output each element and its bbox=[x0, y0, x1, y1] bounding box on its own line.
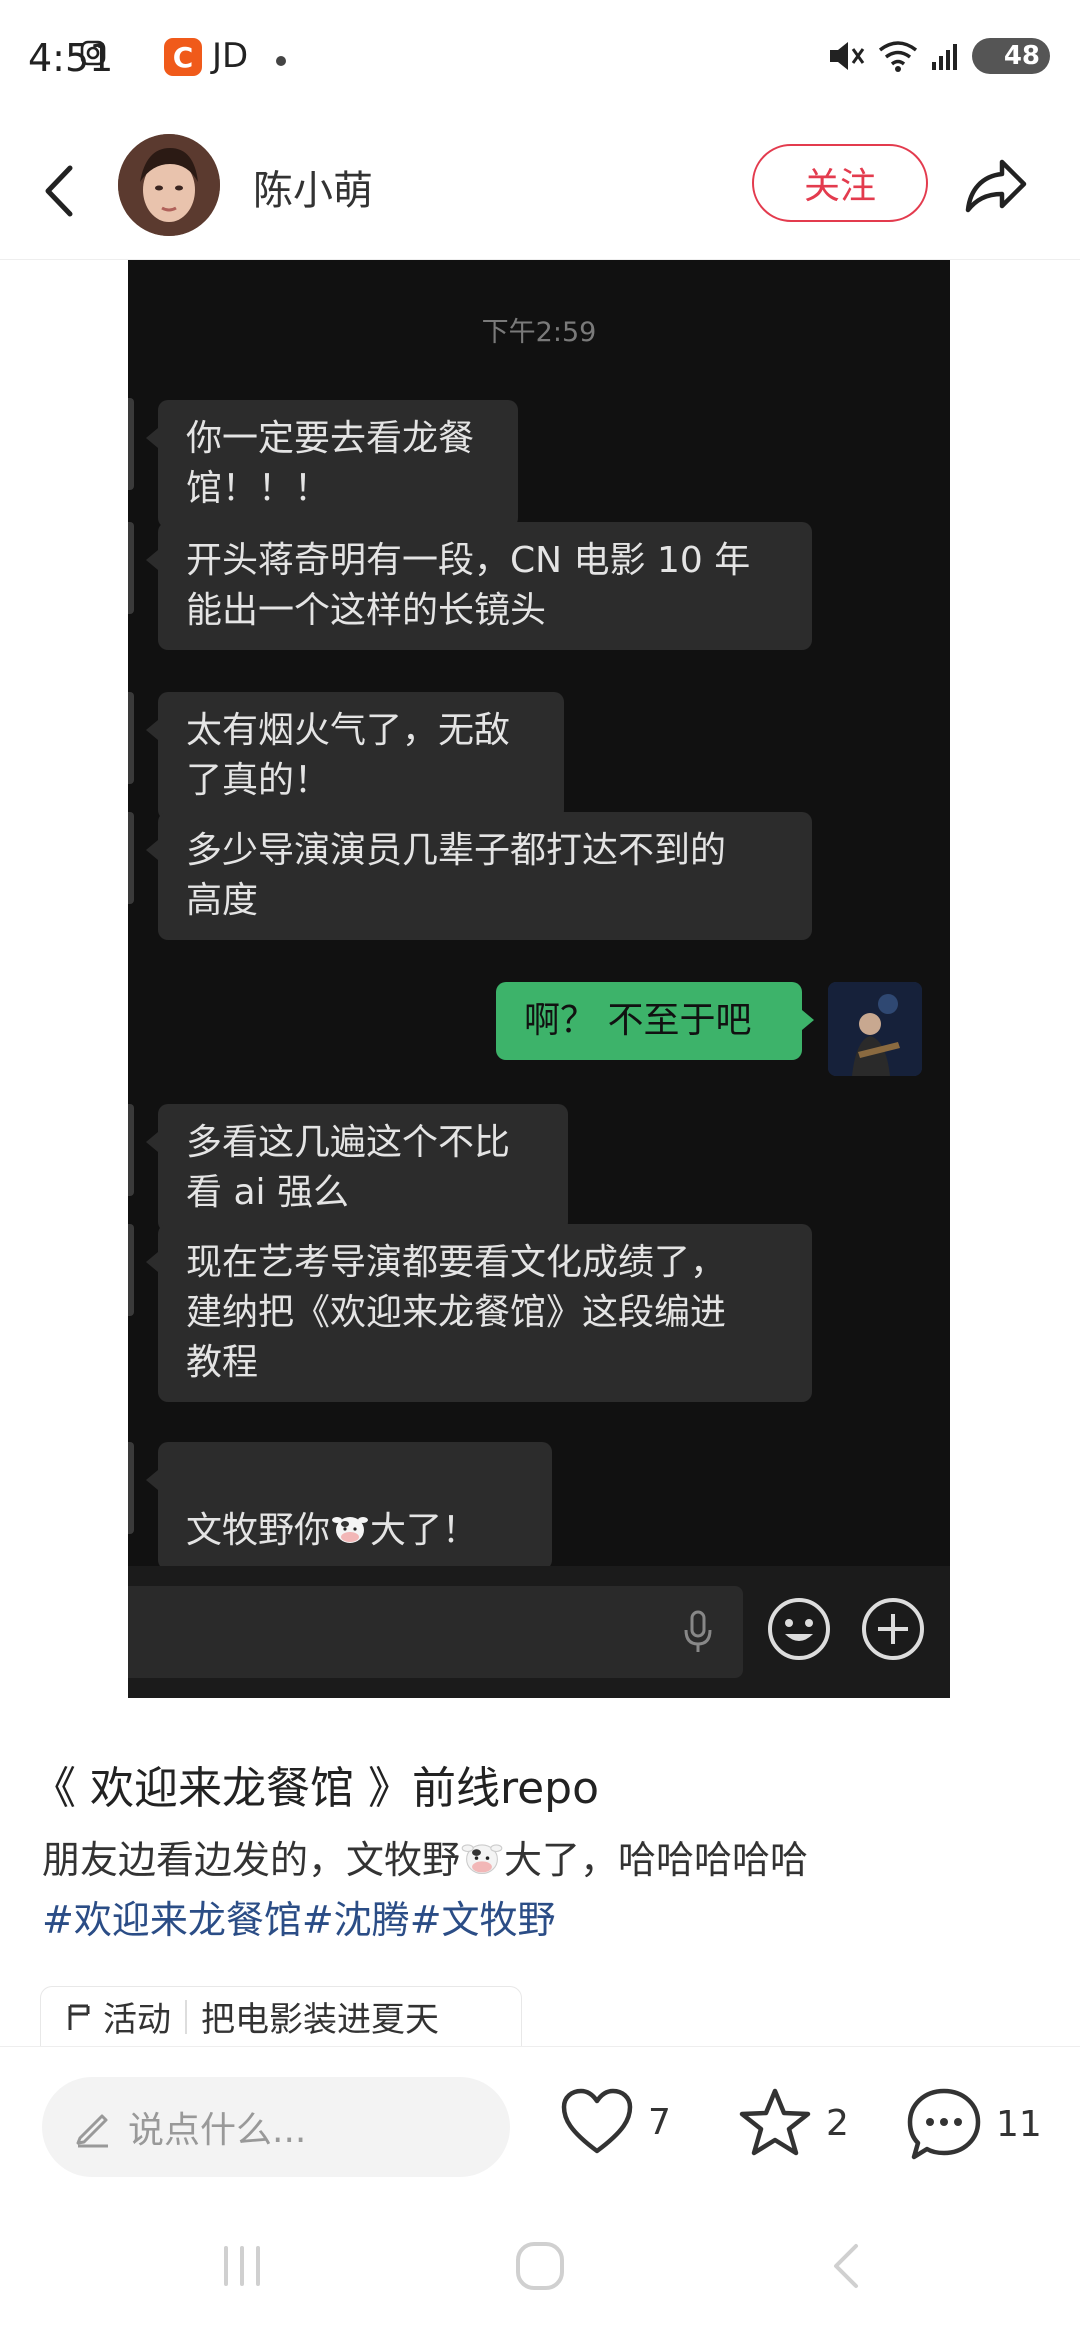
like-button[interactable]: 7 bbox=[560, 2087, 671, 2157]
app-badge-icon: C bbox=[164, 38, 202, 76]
chat-message-text: 大了！ bbox=[370, 1510, 479, 1551]
post-tags: #欢迎来龙餐馆#沈腾#文牧野 bbox=[42, 1890, 556, 1950]
like-count: 7 bbox=[648, 2101, 671, 2143]
contact-avatar bbox=[128, 522, 134, 614]
author-name[interactable]: 陈小萌 bbox=[253, 158, 373, 216]
comment-input[interactable]: 说点什么... bbox=[42, 2077, 510, 2177]
contact-avatar bbox=[128, 1104, 134, 1196]
chat-message: 现在艺考导演都要看文化成绩了， 建纳把《欢迎来龙餐馆》这段编进 教程 bbox=[146, 1224, 812, 1402]
home-icon[interactable] bbox=[510, 2236, 570, 2296]
activity-icon bbox=[68, 2004, 90, 2030]
status-bar: 4:51 C JD 48 bbox=[0, 0, 1080, 120]
plus-icon bbox=[862, 1598, 924, 1660]
activity-divider bbox=[185, 1999, 187, 2034]
share-icon[interactable] bbox=[962, 150, 1032, 220]
chat-message: 文牧野你 大了！ bbox=[146, 1442, 552, 1570]
comment-count: 11 bbox=[996, 2103, 1042, 2145]
mute-icon bbox=[830, 42, 865, 70]
contact-avatar bbox=[128, 1224, 134, 1316]
chat-message: 你一定要去看龙餐馆！！！ bbox=[146, 400, 518, 528]
heart-icon bbox=[561, 2088, 633, 2154]
chat-message: 多看这几遍这个不比看 ai 强么 bbox=[146, 1104, 568, 1232]
app-badge-letter: C bbox=[172, 40, 194, 74]
chat-input-field bbox=[128, 1586, 743, 1678]
chat-message-text: 文牧野你 bbox=[186, 1510, 331, 1551]
star-icon bbox=[739, 2088, 811, 2156]
post-image-chat-screenshot[interactable]: 下午2:59 你一定要去看龙餐馆！！！ 开头蒋奇明有一段，CN 电影 10 年 … bbox=[128, 260, 950, 1698]
author-avatar[interactable] bbox=[118, 134, 220, 236]
favorite-count: 2 bbox=[826, 2102, 849, 2144]
activity-chip[interactable]: 活动 把电影装进夏天 bbox=[40, 1986, 522, 2046]
comment-bubble-icon bbox=[907, 2088, 981, 2160]
instagram-icon bbox=[80, 40, 106, 66]
nav-back-icon[interactable] bbox=[818, 2236, 878, 2296]
contact-avatar bbox=[128, 398, 134, 490]
post-body-text: 大了，哈哈哈哈哈 bbox=[504, 1838, 809, 1882]
chat-timestamp: 下午2:59 bbox=[481, 317, 597, 348]
hashtag-link[interactable]: #文牧野 bbox=[410, 1898, 556, 1942]
signal-icon bbox=[932, 44, 957, 70]
chat-message: 开头蒋奇明有一段，CN 电影 10 年 能出一个这样的长镜头 bbox=[146, 522, 812, 650]
chat-message: 太有烟火气了，无敌了真的！ bbox=[146, 692, 564, 820]
hashtag-link[interactable]: #欢迎来龙餐馆 bbox=[42, 1898, 302, 1942]
follow-button[interactable]: 关注 bbox=[752, 144, 928, 222]
cow-emoji-icon bbox=[332, 1517, 369, 1543]
chat-message: 多少导演演员几辈子都打达不到的 高度 bbox=[146, 812, 812, 940]
post-body-text: 朋友边看边发的，文牧野 bbox=[42, 1838, 461, 1882]
status-right: 48 bbox=[826, 38, 1050, 74]
contact-avatar bbox=[128, 692, 134, 784]
post-header: 陈小萌 关注 bbox=[0, 120, 1080, 260]
wifi-icon bbox=[878, 41, 918, 72]
pencil-icon bbox=[76, 2114, 108, 2148]
back-icon[interactable] bbox=[30, 156, 90, 226]
notification-dot-icon bbox=[276, 56, 286, 66]
mic-icon bbox=[684, 1610, 712, 1652]
hashtag-link[interactable]: #沈腾 bbox=[302, 1898, 410, 1942]
battery-level: 48 bbox=[1003, 41, 1040, 71]
battery-indicator: 48 bbox=[972, 38, 1050, 74]
own-avatar-image bbox=[828, 982, 922, 1076]
activity-text: 把电影装进夏天 bbox=[201, 2000, 439, 2040]
jd-label: JD bbox=[212, 36, 249, 76]
own-avatar bbox=[828, 982, 922, 1076]
contact-avatar bbox=[128, 1442, 134, 1534]
recent-apps-icon[interactable] bbox=[212, 2236, 272, 2296]
post-body: 朋友边看边发的，文牧野 大了，哈哈哈哈哈 bbox=[42, 1830, 1042, 1890]
cow-emoji-icon bbox=[461, 1844, 503, 1875]
chat-input-bar bbox=[128, 1566, 950, 1698]
emoji-icon bbox=[768, 1598, 830, 1660]
chat-message-own: 啊？ 不至于吧 bbox=[496, 982, 814, 1060]
favorite-button[interactable]: 2 bbox=[738, 2087, 849, 2159]
comment-placeholder: 说点什么... bbox=[128, 2110, 307, 2151]
post-title: 《 欢迎来龙餐馆 》前线repo bbox=[32, 1763, 600, 1814]
activity-label: 活动 bbox=[103, 2000, 171, 2040]
follow-label: 关注 bbox=[803, 166, 876, 207]
bottom-action-bar: 说点什么... 7 2 11 bbox=[0, 2046, 1080, 2196]
comment-button[interactable]: 11 bbox=[906, 2087, 1042, 2161]
avatar-image bbox=[118, 134, 220, 236]
system-nav-bar bbox=[0, 2196, 1080, 2340]
contact-avatar bbox=[128, 812, 134, 904]
